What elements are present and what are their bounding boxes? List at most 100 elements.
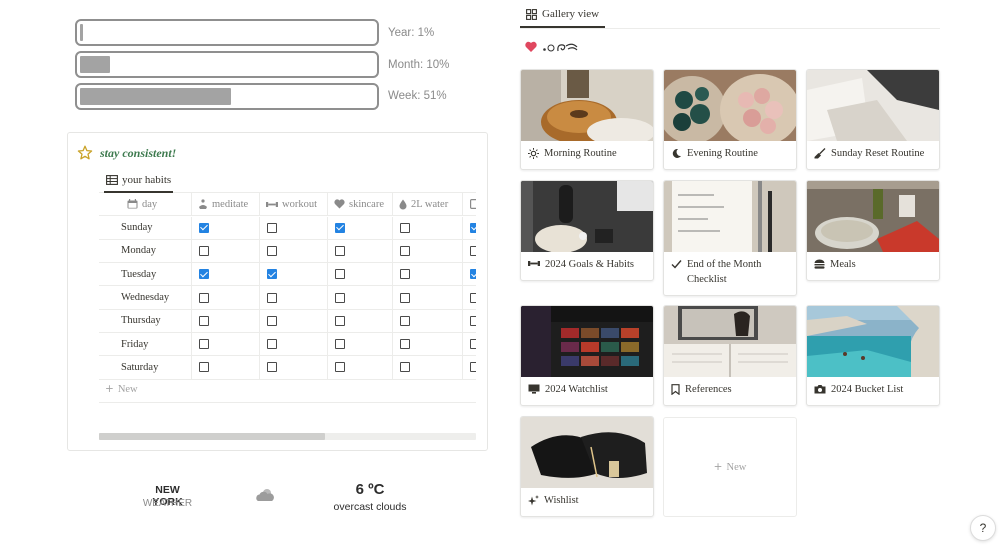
checkbox-unchecked[interactable] (199, 362, 209, 373)
habit-cell (259, 263, 327, 286)
habit-cell (327, 309, 392, 332)
checkbox-unchecked[interactable] (335, 339, 345, 350)
column-header-meditate[interactable]: meditate (191, 193, 259, 216)
habit-cell (392, 333, 462, 356)
checkbox-unchecked[interactable] (400, 245, 410, 256)
checkbox-unchecked[interactable] (335, 292, 345, 303)
scrollbar-thumb[interactable] (99, 433, 325, 440)
day-cell[interactable]: Thursday (121, 310, 191, 332)
weather-subtitle: WEATHER (142, 498, 193, 509)
checkbox-unchecked[interactable] (199, 292, 209, 303)
habit-cell (327, 333, 392, 356)
day-cell[interactable]: Friday (121, 333, 191, 355)
checkbox-unchecked[interactable] (400, 339, 410, 350)
dumbbell-icon (266, 201, 278, 207)
checkbox-unchecked[interactable] (199, 315, 209, 326)
checkbox-unchecked[interactable] (400, 292, 410, 303)
column-header-overflow[interactable] (462, 193, 476, 216)
checkbox-unchecked[interactable] (470, 245, 476, 256)
day-cell[interactable]: Wednesday (121, 286, 191, 308)
checkbox-unchecked[interactable] (335, 245, 345, 256)
habit-cell (462, 239, 476, 263)
checkbox-unchecked[interactable] (335, 269, 345, 280)
gallery-card[interactable]: Wishlist (520, 416, 654, 517)
column-header-water[interactable]: 2L water (392, 193, 462, 216)
checkbox-unchecked[interactable] (335, 315, 345, 326)
tab-gallery-view-label: Gallery view (542, 8, 600, 20)
checkbox-unchecked[interactable] (267, 315, 277, 326)
day-cell[interactable]: Monday (121, 240, 191, 262)
habit-cell (191, 333, 259, 356)
habit-cell (327, 356, 392, 379)
add-new-row-button[interactable]: + New (105, 383, 138, 395)
cloud-sun-icon (256, 489, 274, 501)
checkbox-unchecked[interactable] (267, 362, 277, 373)
tab-gallery-view[interactable]: Gallery view (520, 2, 606, 28)
checkbox-unchecked[interactable] (470, 339, 476, 350)
day-cell[interactable]: Tuesday (121, 263, 191, 285)
habit-view-tabs: your habits (99, 169, 476, 193)
habit-tracker-card: stay consistent! your habits day meditat… (67, 132, 488, 451)
checkbox-unchecked[interactable] (400, 362, 410, 373)
checkbox-checked[interactable] (267, 269, 277, 280)
gallery-card[interactable]: Meals (806, 180, 940, 281)
table-row: Sunday (99, 216, 476, 240)
gallery-card[interactable]: 2024 Bucket List (806, 305, 940, 406)
checkbox-unchecked[interactable] (199, 339, 209, 350)
gallery-card[interactable]: Sunday Reset Routine (806, 69, 940, 170)
habit-cell (462, 216, 476, 239)
tab-your-habits[interactable]: your habits (104, 169, 174, 193)
checkbox-unchecked[interactable] (470, 362, 476, 373)
checkbox-unchecked[interactable] (470, 292, 476, 303)
day-cell[interactable]: Sunday (121, 217, 191, 239)
help-button[interactable]: ? (970, 515, 996, 541)
column-header-day[interactable]: day (127, 193, 191, 215)
checkbox-unchecked[interactable] (335, 362, 345, 373)
gallery-new-card-button[interactable]: + New (663, 417, 797, 517)
checkbox-checked[interactable] (470, 269, 476, 280)
checkbox-unchecked[interactable] (267, 222, 277, 233)
checkbox-unchecked[interactable] (267, 245, 277, 256)
gallery-card[interactable]: 2024 Watchlist (520, 305, 654, 406)
checkbox-unchecked[interactable] (470, 315, 476, 326)
gallery-card-cover-image (521, 70, 653, 141)
week-progress-label: Week: 51% (388, 90, 447, 102)
gallery-card-caption: End of the Month Checklist (671, 257, 766, 287)
column-header-water-label: 2L water (411, 198, 449, 210)
gallery-card-caption: 2024 Goals & Habits (528, 257, 648, 272)
gallery-card[interactable]: Evening Routine (663, 69, 797, 170)
column-header-skincare[interactable]: skincare (327, 193, 392, 216)
gallery-card[interactable]: End of the Month Checklist (663, 180, 797, 296)
gallery-card-cover-image (664, 306, 796, 377)
checkbox-unchecked[interactable] (267, 292, 277, 303)
day-cell[interactable]: Saturday (121, 356, 191, 378)
checkbox-checked[interactable] (199, 222, 209, 233)
month-progress-label: Month: 10% (388, 59, 450, 71)
habit-cell (191, 309, 259, 332)
habit-cell (462, 356, 476, 379)
checkbox-unchecked[interactable] (400, 222, 410, 233)
gallery-card-title: Sunday Reset Routine (831, 148, 925, 159)
habit-cell (191, 263, 259, 286)
checkbox-unchecked[interactable] (267, 339, 277, 350)
checkbox-unchecked[interactable] (400, 315, 410, 326)
habit-cell (392, 263, 462, 286)
gallery-tab-divider (520, 28, 940, 29)
gallery-card[interactable]: References (663, 305, 797, 406)
gallery-card[interactable]: Morning Routine (520, 69, 654, 170)
table-header-row: day meditate workout skincare 2L water (99, 193, 476, 217)
gallery-card-cover-image (807, 70, 939, 141)
gallery-card[interactable]: 2024 Goals & Habits (520, 180, 654, 281)
gallery-grid-icon (526, 8, 537, 20)
horizontal-scrollbar[interactable] (99, 433, 476, 440)
column-header-workout[interactable]: workout (259, 193, 327, 216)
year-progress-fill (80, 24, 83, 41)
gallery-card-caption: 2024 Bucket List (814, 382, 934, 397)
checkbox-unchecked[interactable] (199, 245, 209, 256)
checkbox-checked[interactable] (470, 222, 476, 233)
table-icon (106, 175, 118, 185)
checkbox-checked[interactable] (335, 222, 345, 233)
checkbox-unchecked[interactable] (400, 269, 410, 280)
checkbox-checked[interactable] (199, 269, 209, 280)
star-icon (77, 145, 93, 160)
